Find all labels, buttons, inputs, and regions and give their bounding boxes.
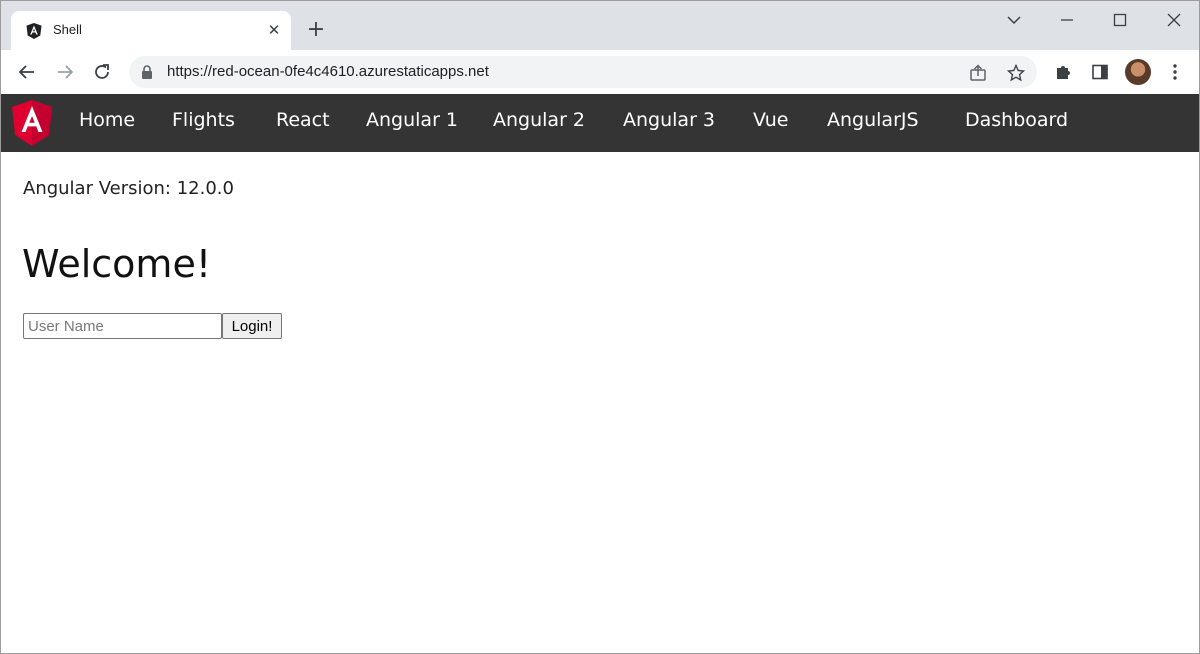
profile-avatar[interactable] bbox=[1125, 59, 1151, 85]
new-tab-icon[interactable]: + bbox=[303, 16, 329, 42]
browser-window: Shell ✕ + https://red-ocean-0fe4c4610.az… bbox=[0, 0, 1200, 654]
minimize-icon[interactable] bbox=[1052, 7, 1082, 33]
nav-item-angular-1[interactable]: Angular 1 bbox=[366, 109, 458, 131]
nav-item-angularjs[interactable]: AngularJS bbox=[827, 109, 919, 131]
browser-toolbar: https://red-ocean-0fe4c4610.azurestatica… bbox=[1, 50, 1199, 94]
angular-logo-icon bbox=[26, 23, 42, 39]
login-button[interactable]: Login! bbox=[222, 313, 282, 339]
forward-arrow-icon[interactable] bbox=[51, 58, 79, 86]
tab-strip: Shell ✕ + bbox=[1, 1, 1199, 51]
page-content: Angular Version: 12.0.0 Welcome! Login! bbox=[1, 152, 1199, 653]
version-label: Angular Version: bbox=[23, 178, 171, 199]
tab-shell[interactable]: Shell ✕ bbox=[11, 11, 291, 51]
maximize-icon[interactable] bbox=[1105, 7, 1135, 33]
url-text: https://red-ocean-0fe4c4610.azurestatica… bbox=[167, 63, 489, 80]
kebab-menu-icon[interactable] bbox=[1161, 58, 1189, 86]
nav-item-dashboard[interactable]: Dashboard bbox=[965, 109, 1068, 131]
username-input[interactable] bbox=[23, 313, 222, 339]
tab-title: Shell bbox=[53, 22, 82, 37]
tab-close-icon[interactable]: ✕ bbox=[263, 19, 285, 41]
close-window-icon[interactable] bbox=[1159, 7, 1189, 33]
address-bar[interactable]: https://red-ocean-0fe4c4610.azurestatica… bbox=[129, 56, 1037, 88]
back-arrow-icon[interactable] bbox=[13, 58, 41, 86]
puzzle-icon[interactable] bbox=[1049, 58, 1077, 86]
version-value: 12.0.0 bbox=[176, 178, 234, 199]
lock-icon[interactable] bbox=[141, 65, 153, 79]
nav-item-home[interactable]: Home bbox=[79, 109, 135, 131]
nav-item-react[interactable]: React bbox=[276, 109, 330, 131]
side-panel-icon[interactable] bbox=[1086, 58, 1114, 86]
tab-search-icon[interactable] bbox=[999, 7, 1029, 33]
angular-logo-icon[interactable] bbox=[10, 99, 54, 147]
nav-item-angular-2[interactable]: Angular 2 bbox=[493, 109, 585, 131]
angular-version: Angular Version: 12.0.0 bbox=[23, 178, 234, 199]
app-navbar: Home Flights React Angular 1 Angular 2 A… bbox=[1, 94, 1199, 152]
welcome-heading: Welcome! bbox=[22, 242, 212, 286]
star-icon[interactable] bbox=[1005, 62, 1027, 84]
reload-icon[interactable] bbox=[88, 58, 116, 86]
share-icon[interactable] bbox=[967, 62, 989, 84]
nav-item-angular-3[interactable]: Angular 3 bbox=[623, 109, 715, 131]
nav-item-flights[interactable]: Flights bbox=[172, 109, 235, 131]
nav-item-vue[interactable]: Vue bbox=[753, 109, 788, 131]
